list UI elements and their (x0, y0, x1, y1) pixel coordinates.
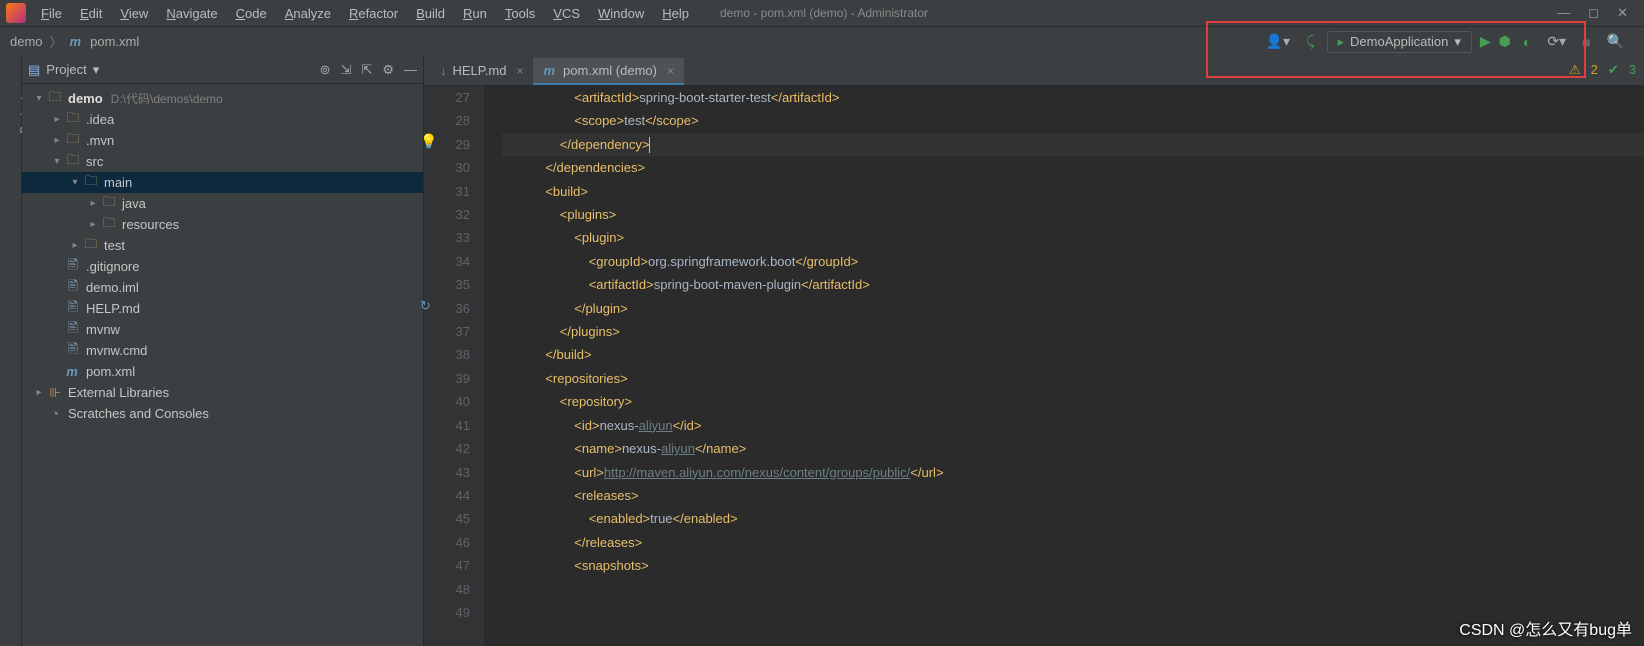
build-icon[interactable]: ⤹ (1302, 31, 1318, 52)
tree-scratches[interactable]: ◔Scratches and Consoles (22, 403, 423, 424)
tab-label: pom.xml (demo) (563, 63, 657, 78)
collapse-all-icon[interactable]: ⇱ (361, 62, 372, 78)
run-config-icon: ▸ (1338, 34, 1345, 50)
profiler-button[interactable]: ⟳▾ (1543, 31, 1570, 52)
warning-count: 2 (1591, 62, 1598, 78)
project-tree[interactable]: ▾🗀demoD:\代码\demos\demo▸🗀.idea▸🗀.mvn▾🗀src… (22, 84, 423, 428)
project-title-label: Project (46, 62, 86, 77)
stop-button[interactable]: ■ (1578, 32, 1594, 52)
app-icon (6, 3, 26, 23)
menu-window[interactable]: Window (589, 4, 653, 23)
menu-vcs[interactable]: VCS (544, 4, 589, 23)
menu-refactor[interactable]: Refactor (340, 4, 407, 23)
breadcrumb[interactable]: demo 〉 m pom.xml (10, 32, 139, 51)
tab-help-md[interactable]: ↓ HELP.md × (430, 58, 533, 85)
tree-item-src[interactable]: ▾🗀src (22, 151, 423, 172)
locate-icon[interactable]: ⊚ (320, 62, 331, 78)
breadcrumb-file[interactable]: pom.xml (90, 34, 139, 49)
tree-item-main[interactable]: ▾🗀main (22, 172, 423, 193)
menu-edit[interactable]: Edit (71, 4, 111, 23)
menu-analyze[interactable]: Analyze (276, 4, 340, 23)
maven-icon: m (543, 63, 555, 78)
tree-item--idea[interactable]: ▸🗀.idea (22, 109, 423, 130)
menu-file[interactable]: File (32, 4, 71, 23)
tree-item-mvnw[interactable]: 🖹mvnw (22, 319, 423, 340)
watermark: CSDN @怎么又有bug单 (1459, 616, 1632, 640)
tree-item-test[interactable]: ▸🗀test (22, 235, 423, 256)
markdown-icon: ↓ (440, 63, 447, 78)
window-controls: — ◻ ✕ (1557, 5, 1638, 21)
tab-label: HELP.md (453, 63, 507, 78)
warning-icon: ⚠ (1569, 62, 1581, 78)
project-tool-window: ▤ Project ▾ ⊚ ⇲ ⇱ ⚙ — ▾🗀demoD:\代码\demos\… (22, 56, 424, 646)
menu-help[interactable]: Help (653, 4, 698, 23)
menu-bar: FileEditViewNavigateCodeAnalyzeRefactorB… (0, 0, 1644, 26)
menu-navigate[interactable]: Navigate (157, 4, 226, 23)
tab-pom-xml-demo-[interactable]: m pom.xml (demo) × (533, 58, 684, 85)
menu-build[interactable]: Build (407, 4, 454, 23)
project-icon: ▤ (28, 62, 40, 78)
run-button[interactable]: ▶ (1480, 33, 1491, 50)
minimize-icon[interactable]: — (1557, 5, 1570, 21)
coverage-button[interactable]: ◐ (1519, 32, 1535, 52)
chevron-right-icon: 〉 (50, 32, 63, 51)
project-view-selector[interactable]: ▤ Project ▾ (28, 62, 99, 78)
search-everywhere-icon[interactable]: 🔍 (1603, 31, 1628, 52)
menu-run[interactable]: Run (454, 4, 496, 23)
tree-item--mvn[interactable]: ▸🗀.mvn (22, 130, 423, 151)
intention-bulb-icon[interactable]: 💡 (420, 130, 437, 153)
tree-item-pom-xml[interactable]: mpom.xml (22, 361, 423, 382)
chevron-down-icon: ▾ (1454, 34, 1461, 50)
run-config-label: DemoApplication (1350, 34, 1448, 49)
tree-external-libraries[interactable]: ▸⊪External Libraries (22, 382, 423, 403)
window-title: demo - pom.xml (demo) - Administrator (720, 6, 928, 20)
left-tool-stripe: Project (0, 56, 22, 646)
tree-item-HELP-md[interactable]: 🖹HELP.md (22, 298, 423, 319)
menu-code[interactable]: Code (227, 4, 276, 23)
close-icon[interactable]: × (667, 64, 674, 78)
tree-item-java[interactable]: ▸🗀java (22, 193, 423, 214)
editor-area: ↓ HELP.md × m pom.xml (demo) × ⚠ 2 ✔ 3 💡 ↻ 2728… (424, 56, 1644, 646)
editor-tabs: ↓ HELP.md × m pom.xml (demo) × (424, 56, 1644, 86)
navigation-bar: demo 〉 m pom.xml 👤▾ ⤹ ▸ DemoApplication … (0, 26, 1644, 56)
tree-item-mvnw-cmd[interactable]: 🖹mvnw.cmd (22, 340, 423, 361)
project-header: ▤ Project ▾ ⊚ ⇲ ⇱ ⚙ — (22, 56, 423, 84)
ok-count: 3 (1629, 62, 1636, 78)
tree-item--gitignore[interactable]: 🖹.gitignore (22, 256, 423, 277)
chevron-down-icon: ▾ (93, 62, 100, 78)
gear-icon[interactable]: ⚙ (382, 62, 394, 78)
close-icon[interactable]: × (516, 64, 523, 78)
check-icon: ✔ (1608, 62, 1619, 78)
tree-item-demo-iml[interactable]: 🖹demo.iml (22, 277, 423, 298)
expand-all-icon[interactable]: ⇲ (341, 62, 352, 78)
close-icon[interactable]: ✕ (1617, 5, 1628, 21)
tree-root[interactable]: ▾🗀demoD:\代码\demos\demo (22, 88, 423, 109)
run-config-selector[interactable]: ▸ DemoApplication ▾ (1327, 31, 1472, 53)
add-config-icon[interactable]: 👤▾ (1262, 31, 1294, 52)
maven-icon: m (70, 34, 82, 49)
hide-icon[interactable]: — (404, 62, 417, 78)
inspection-widget[interactable]: ⚠ 2 ✔ 3 (1569, 62, 1636, 78)
menu-tools[interactable]: Tools (496, 4, 544, 23)
run-toolbar: 👤▾ ⤹ ▸ DemoApplication ▾ ▶ ⬢ ◐ ⟳▾ ■ 🔍 (1256, 29, 1634, 55)
gutter[interactable]: 💡 ↻ 272829303132333435363738394041424344… (424, 86, 484, 646)
menu-view[interactable]: View (111, 4, 157, 23)
tree-item-resources[interactable]: ▸🗀resources (22, 214, 423, 235)
breadcrumb-root[interactable]: demo (10, 34, 43, 49)
debug-button[interactable]: ⬢ (1499, 33, 1511, 50)
code-content[interactable]: <artifactId>spring-boot-starter-test</ar… (484, 86, 1644, 646)
editor[interactable]: 💡 ↻ 272829303132333435363738394041424344… (424, 86, 1644, 646)
maximize-icon[interactable]: ◻ (1588, 5, 1599, 21)
reload-icon[interactable]: ↻ (420, 294, 431, 317)
